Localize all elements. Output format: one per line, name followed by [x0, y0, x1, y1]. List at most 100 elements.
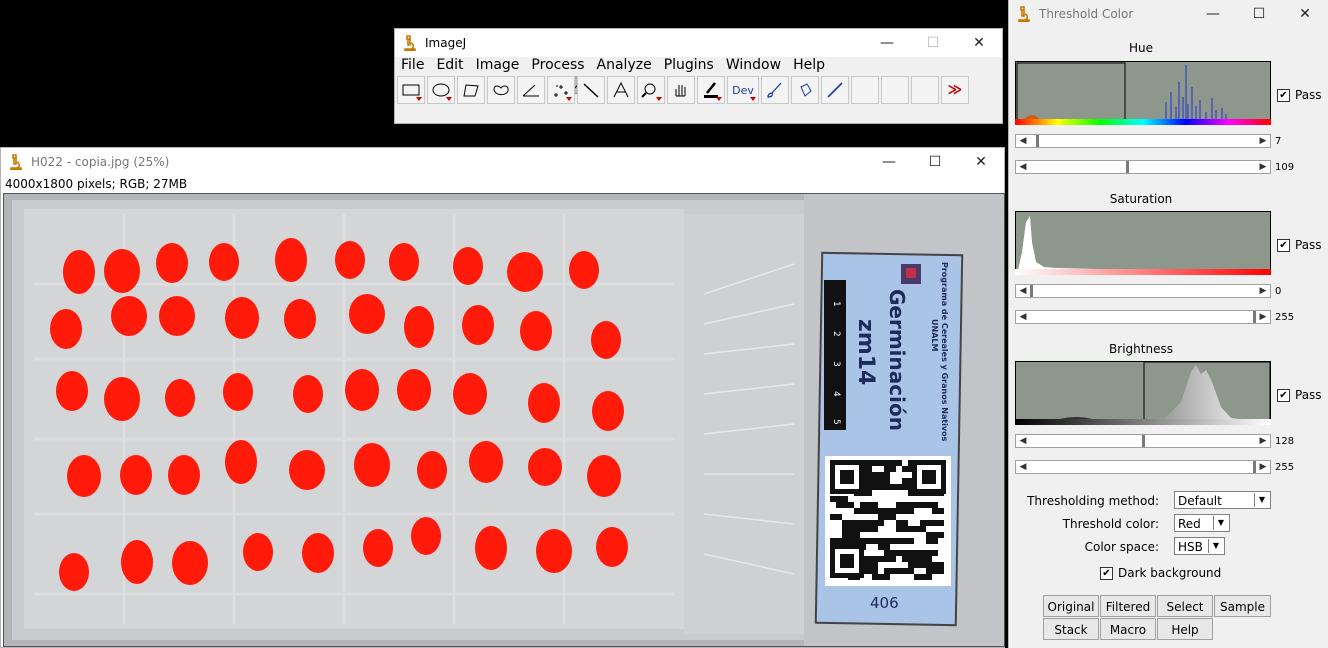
seed-blob — [67, 455, 101, 497]
text-tool-icon[interactable] — [607, 76, 635, 104]
hue-max-value: 109 — [1275, 162, 1295, 173]
original-button[interactable]: Original — [1043, 595, 1099, 617]
thresholding-method-select[interactable]: Default ▼ — [1174, 491, 1271, 509]
brightness-label: Brightness — [1109, 342, 1173, 356]
multipoint-tool-icon[interactable] — [547, 76, 575, 104]
minimize-icon[interactable]: — — [864, 29, 910, 57]
maximize-icon[interactable]: ☐ — [912, 148, 958, 176]
empty-tool-slot[interactable] — [911, 76, 939, 104]
threshold-color-select[interactable]: Red ▼ — [1174, 514, 1230, 532]
dropper-tool-icon[interactable] — [821, 76, 849, 104]
help-button[interactable]: Help — [1157, 618, 1213, 640]
angle-tool-icon[interactable] — [517, 76, 545, 104]
seed-blob — [345, 369, 379, 411]
minimize-icon[interactable]: — — [1190, 0, 1236, 28]
close-icon[interactable]: ✕ — [1282, 0, 1328, 28]
maximize-icon[interactable]: ☐ — [1236, 0, 1282, 28]
hue-pass-checkbox[interactable]: ✔ Pass — [1277, 88, 1322, 102]
color-space-select[interactable]: HSB ▼ — [1174, 537, 1225, 555]
seed-blob — [475, 526, 507, 570]
close-icon[interactable]: ✕ — [956, 29, 1002, 57]
seed-blob — [284, 299, 316, 339]
image-info: 4000x1800 pixels; RGB; 27MB — [5, 177, 188, 191]
imagej-window: ImageJ — ☐ ✕ File Edit Image Process Ana… — [394, 28, 1003, 124]
menu-edit[interactable]: Edit — [436, 57, 463, 73]
saturation-min-slider[interactable]: ◀ ▶ — [1015, 284, 1271, 298]
seed-blob — [159, 296, 195, 336]
seed-blob — [120, 455, 152, 495]
seed-blob — [165, 379, 195, 417]
seed-blob — [591, 321, 621, 359]
brightness-pass-checkbox[interactable]: ✔ Pass — [1277, 388, 1322, 402]
hand-tool-icon[interactable] — [667, 76, 695, 104]
menu-analyze[interactable]: Analyze — [597, 57, 652, 73]
brush-tool-icon[interactable] — [761, 76, 789, 104]
microscope-icon — [10, 154, 22, 170]
brightness-min-slider[interactable]: ◀ ▶ — [1015, 434, 1271, 448]
image-canvas[interactable]: 1 2 3 4 5 Programa de Cereales y Granos … — [3, 193, 1005, 647]
flood-fill-tool-icon[interactable] — [791, 76, 819, 104]
threshold-titlebar[interactable]: Threshold Color — ☐ ✕ — [1009, 0, 1328, 28]
threshold-color-window: Threshold Color — ☐ ✕ Hue ✔ Pass ◀ ▶ 7 ◀ ▶ … — [1008, 0, 1328, 648]
card-code: zm14 — [853, 319, 878, 385]
select-button[interactable]: Select — [1157, 595, 1213, 617]
threshold-color-label: Threshold color: — [1062, 517, 1159, 531]
empty-tool-slot[interactable] — [851, 76, 879, 104]
seed-blob — [302, 533, 334, 573]
wand-tool-icon[interactable] — [577, 76, 605, 104]
menu-window[interactable]: Window — [726, 57, 781, 73]
hue-min-slider[interactable]: ◀ ▶ — [1015, 134, 1271, 148]
seed-blob — [168, 455, 200, 495]
maximize-icon[interactable]: ☐ — [910, 29, 956, 57]
seed-blob — [536, 529, 572, 573]
imagej-title: ImageJ — [425, 36, 467, 50]
seed-blob — [335, 241, 365, 279]
minimize-icon[interactable]: — — [866, 148, 912, 176]
seed-blob — [209, 243, 239, 281]
menu-image[interactable]: Image — [476, 57, 520, 73]
hue-max-slider[interactable]: ◀ ▶ — [1015, 160, 1271, 174]
seed-blob — [50, 309, 82, 349]
checkbox-icon: ✔ — [1277, 88, 1290, 102]
card-program: Programa de Cereales y Granos Nativos — [940, 262, 949, 442]
seed-blob — [104, 249, 140, 293]
saturation-max-slider[interactable]: ◀ ▶ — [1015, 310, 1271, 324]
ruler-mark: 3 — [831, 361, 841, 367]
filtered-button[interactable]: Filtered — [1100, 595, 1156, 617]
qr-code — [825, 456, 951, 586]
dark-background-checkbox[interactable]: ✔ Dark background — [1100, 566, 1221, 580]
color-picker-tool-icon[interactable] — [697, 76, 725, 104]
microscope-icon — [1018, 6, 1030, 22]
more-tools-icon[interactable]: ≫ — [941, 76, 969, 104]
stack-button[interactable]: Stack — [1043, 618, 1099, 640]
sample-button[interactable]: Sample — [1214, 595, 1271, 617]
dev-tool-button[interactable]: Dev — [727, 76, 759, 104]
seed-blob — [596, 527, 628, 567]
saturation-max-value: 255 — [1275, 312, 1295, 323]
seed-blob — [223, 373, 253, 411]
rectangle-tool-icon[interactable] — [397, 76, 425, 104]
empty-tool-slot[interactable] — [881, 76, 909, 104]
brightness-max-slider[interactable]: ◀ ▶ — [1015, 460, 1271, 474]
freehand-tool-icon[interactable] — [487, 76, 515, 104]
seed-blob — [293, 375, 323, 413]
imagej-titlebar[interactable]: ImageJ — ☐ ✕ — [395, 29, 1002, 57]
polygon-tool-icon[interactable] — [457, 76, 485, 104]
menu-plugins[interactable]: Plugins — [664, 57, 714, 73]
saturation-pass-checkbox[interactable]: ✔ Pass — [1277, 238, 1322, 252]
hue-color-bar — [1015, 119, 1271, 125]
saturation-histogram — [1015, 211, 1271, 273]
close-icon[interactable]: ✕ — [958, 148, 1004, 176]
menu-process[interactable]: Process — [531, 57, 584, 73]
magnifier-tool-icon[interactable] — [637, 76, 665, 104]
menu-file[interactable]: File — [401, 57, 424, 73]
seed-blob — [404, 306, 434, 348]
menu-help[interactable]: Help — [793, 57, 825, 73]
checkbox-icon: ✔ — [1277, 388, 1290, 402]
seed-blob — [462, 305, 494, 345]
macro-button[interactable]: Macro — [1100, 618, 1156, 640]
oval-tool-icon[interactable] — [427, 76, 455, 104]
saturation-color-bar — [1015, 269, 1271, 275]
image-titlebar[interactable]: H022 - copia.jpg (25%) — ☐ ✕ — [1, 148, 1004, 176]
threshold-title: Threshold Color — [1039, 7, 1134, 21]
